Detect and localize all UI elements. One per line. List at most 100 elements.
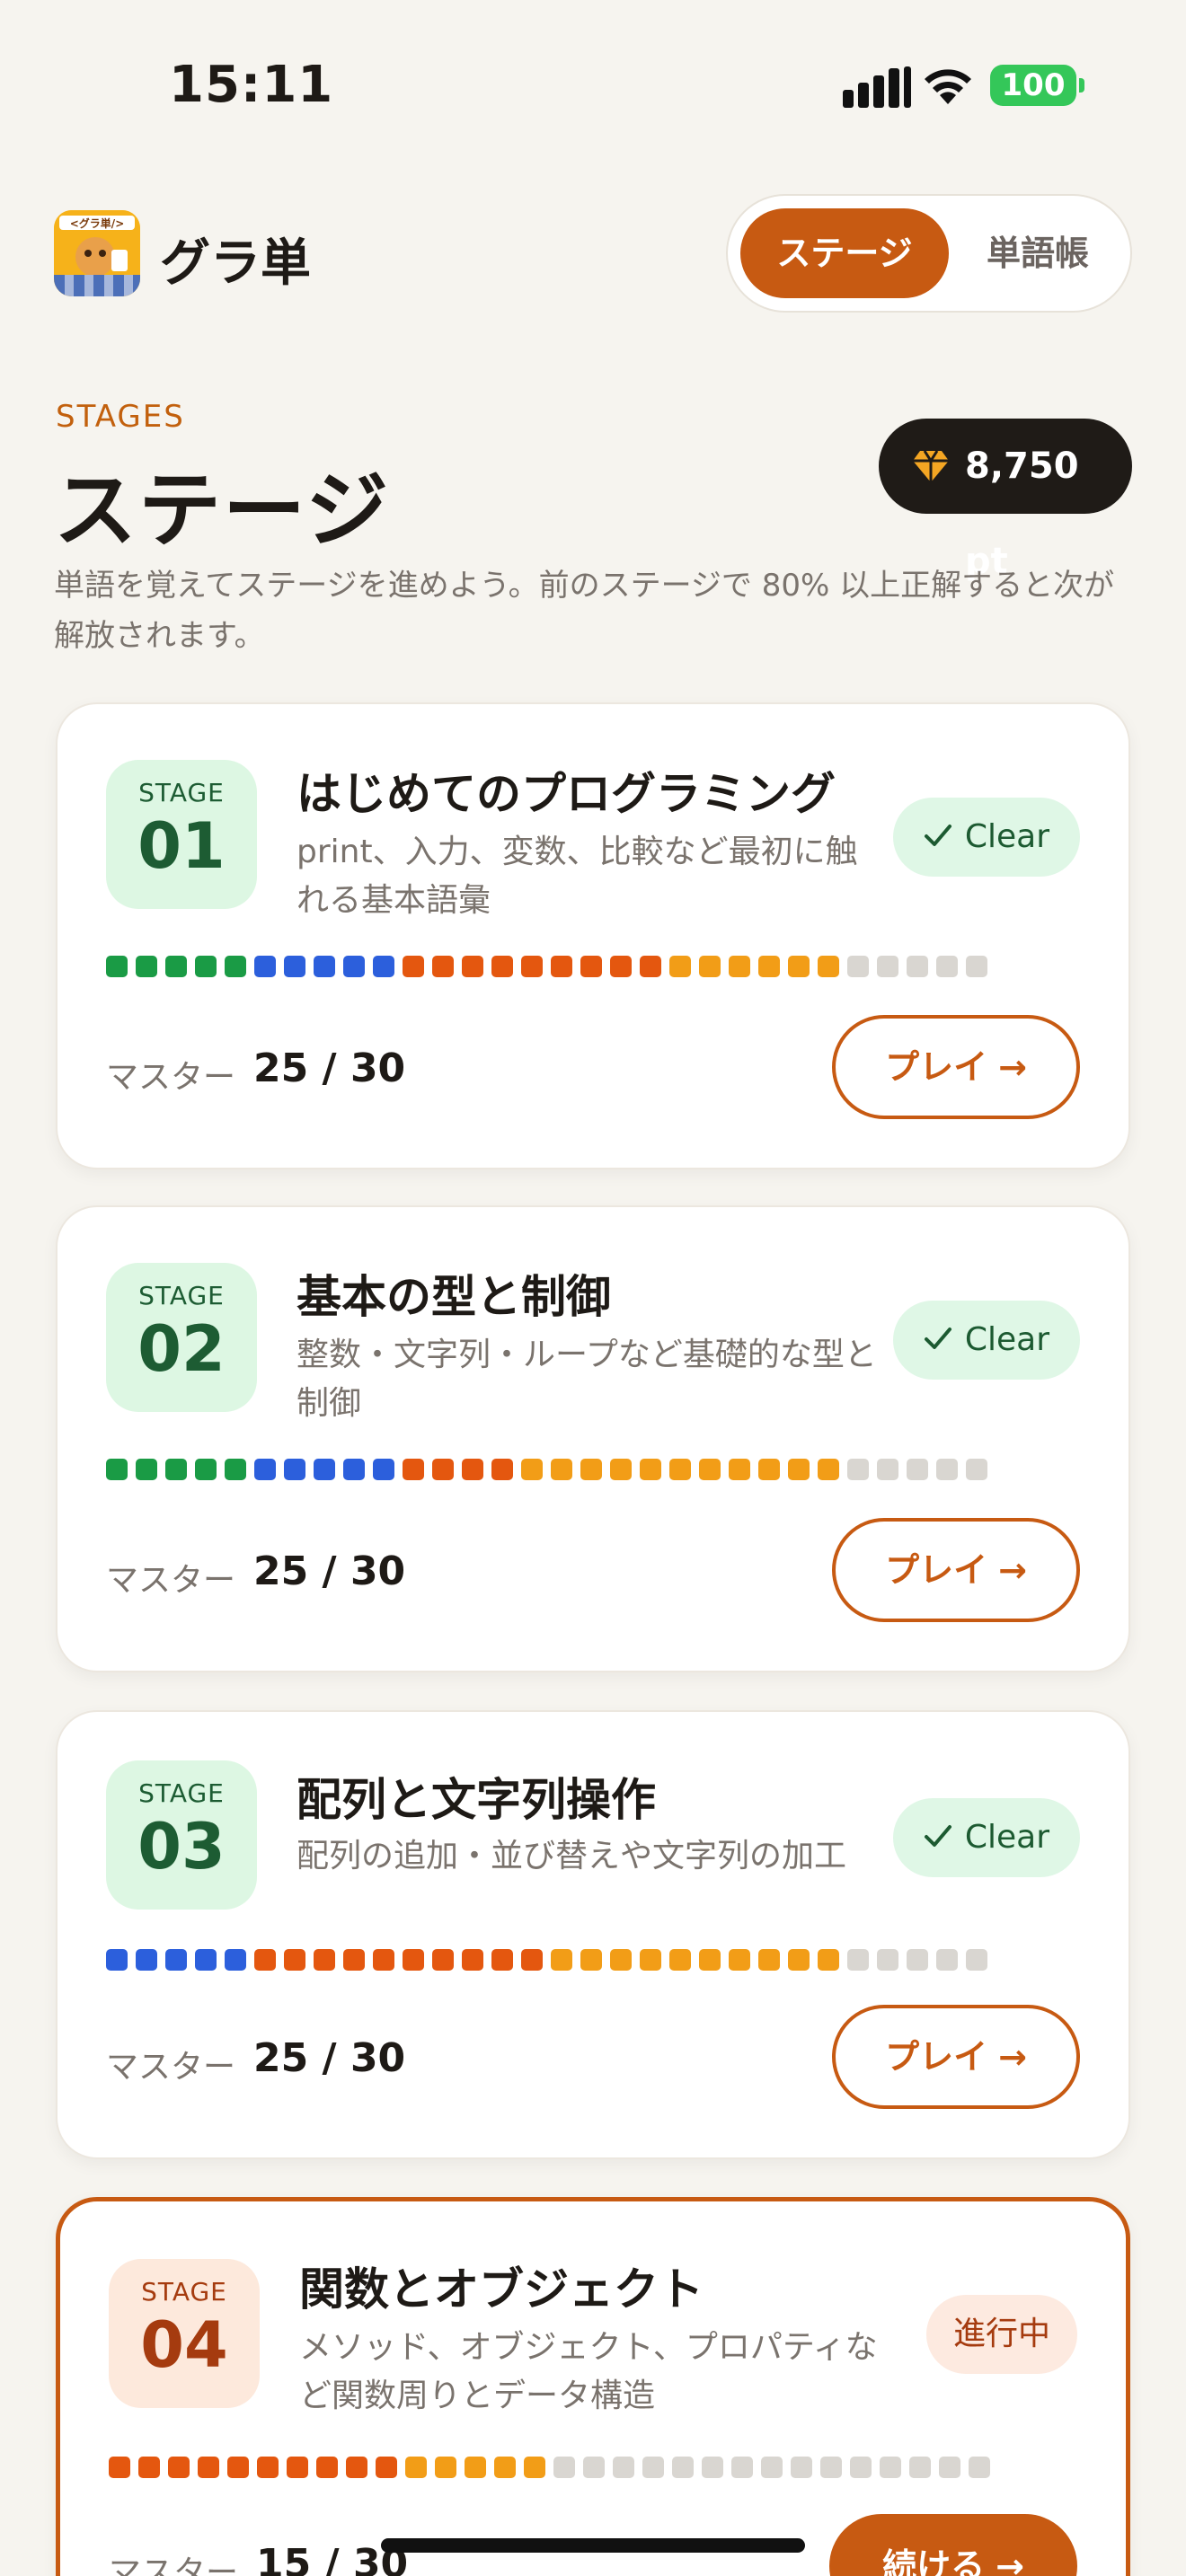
arrow-right-icon: → bbox=[998, 1047, 1027, 1087]
seen-word-dot bbox=[610, 1949, 632, 1971]
mastery-label: マスター bbox=[106, 1059, 236, 1096]
new-word-dot bbox=[847, 1949, 869, 1971]
new-word-dot bbox=[702, 2457, 723, 2478]
stage-title: 基本の型と制御 bbox=[296, 1271, 611, 1323]
stage-title: 配列と文字列操作 bbox=[296, 1774, 656, 1826]
stage-title: 関数とオブジェクト bbox=[299, 2263, 704, 2316]
seen-word-dot bbox=[580, 1459, 602, 1480]
stage-subtitle: 配列の追加・並び替えや文字列の加工 bbox=[296, 1838, 847, 1875]
review-word-dot bbox=[491, 956, 513, 977]
mastery-label: マスター bbox=[106, 1562, 236, 1599]
mastered-word-dot bbox=[165, 956, 187, 977]
review-word-dot bbox=[610, 956, 632, 977]
review-word-dot bbox=[521, 956, 543, 977]
status-bar: 15:11 100 bbox=[0, 0, 1186, 171]
stage-number-badge: STAGE 03 bbox=[106, 1760, 257, 1910]
new-word-dot bbox=[966, 956, 987, 977]
review-word-dot bbox=[640, 956, 661, 977]
learning-word-dot bbox=[284, 1459, 305, 1480]
gem-icon bbox=[913, 450, 949, 482]
new-word-dot bbox=[672, 2457, 694, 2478]
seen-word-dot bbox=[758, 1949, 780, 1971]
learning-word-dot bbox=[373, 956, 394, 977]
seen-word-dot bbox=[405, 2457, 427, 2478]
stage-number-badge: STAGE 04 bbox=[109, 2259, 260, 2408]
new-word-dot bbox=[847, 956, 869, 977]
seen-word-dot bbox=[669, 956, 691, 977]
stage-card-03[interactable]: STAGE 03 配列と文字列操作 配列の追加・並び替えや文字列の加工 Clea… bbox=[56, 1710, 1130, 2159]
stage-subtitle: 整数・文字列・ループなど基礎的な型と制御 bbox=[296, 1337, 877, 1422]
arrow-right-icon: → bbox=[996, 2546, 1024, 2576]
new-word-dot bbox=[936, 1459, 958, 1480]
seen-word-dot bbox=[788, 1459, 810, 1480]
arrow-right-icon: → bbox=[998, 2037, 1027, 2077]
new-word-dot bbox=[613, 2457, 634, 2478]
stage-badge-number: 01 bbox=[137, 809, 226, 883]
new-word-dot bbox=[936, 956, 958, 977]
seen-word-dot bbox=[729, 1459, 750, 1480]
word-progress-dots bbox=[109, 2457, 990, 2478]
status-label: Clear bbox=[964, 818, 1049, 855]
new-word-dot bbox=[939, 2457, 960, 2478]
play-button[interactable]: プレイ → bbox=[832, 2005, 1080, 2109]
learning-word-dot bbox=[195, 1949, 217, 1971]
stage-badge-label: STAGE bbox=[138, 1778, 225, 1808]
new-word-dot bbox=[820, 2457, 842, 2478]
play-button-label: プレイ bbox=[885, 1047, 988, 1087]
battery-indicator: 100 bbox=[990, 65, 1084, 106]
seen-word-dot bbox=[524, 2457, 545, 2478]
clear-badge: Clear bbox=[892, 798, 1080, 877]
tab-vocabulary[interactable]: 単語帳 bbox=[952, 208, 1123, 298]
play-button[interactable]: プレイ → bbox=[832, 1015, 1080, 1119]
play-button[interactable]: プレイ → bbox=[832, 1518, 1080, 1622]
logo-text: <グラ単/> bbox=[70, 216, 125, 230]
app-name: グラ単 bbox=[160, 234, 311, 293]
seen-word-dot bbox=[669, 1949, 691, 1971]
stage-badge-number: 03 bbox=[137, 1810, 226, 1883]
stage-card-04[interactable]: STAGE 04 関数とオブジェクト メソッド、オブジェクト、プロパティなど関数… bbox=[56, 2197, 1130, 2576]
word-progress-dots bbox=[106, 1459, 987, 1480]
tab-stages[interactable]: ステージ bbox=[740, 208, 949, 298]
review-word-dot bbox=[462, 956, 483, 977]
review-word-dot bbox=[257, 2457, 279, 2478]
review-word-dot bbox=[227, 2457, 249, 2478]
mastered-word-dot bbox=[136, 1459, 157, 1480]
review-word-dot bbox=[491, 1459, 513, 1480]
seen-word-dot bbox=[729, 1949, 750, 1971]
new-word-dot bbox=[969, 2457, 990, 2478]
new-word-dot bbox=[731, 2457, 753, 2478]
review-word-dot bbox=[462, 1459, 483, 1480]
seen-word-dot bbox=[758, 1459, 780, 1480]
review-word-dot bbox=[138, 2457, 160, 2478]
review-word-dot bbox=[287, 2457, 308, 2478]
review-word-dot bbox=[373, 1949, 394, 1971]
mastered-word-dot bbox=[106, 1459, 128, 1480]
mastered-word-dot bbox=[225, 956, 246, 977]
clear-badge: Clear bbox=[892, 1798, 1080, 1877]
review-word-dot bbox=[580, 956, 602, 977]
seen-word-dot bbox=[699, 1949, 721, 1971]
home-indicator[interactable] bbox=[381, 2538, 805, 2553]
review-word-dot bbox=[521, 1949, 543, 1971]
mastery-count: 25 / 30 bbox=[253, 1548, 406, 1594]
review-word-dot bbox=[403, 956, 424, 977]
status-label: 進行中 bbox=[952, 2316, 1050, 2352]
new-word-dot bbox=[877, 956, 898, 977]
app-header: <グラ単/> グラ単 ステージ 単語帳 bbox=[0, 194, 1186, 313]
seen-word-dot bbox=[729, 956, 750, 977]
learning-word-dot bbox=[373, 1459, 394, 1480]
stage-card-02[interactable]: STAGE 02 基本の型と制御 整数・文字列・ループなど基礎的な型と制御 Cl… bbox=[56, 1205, 1130, 1672]
review-word-dot bbox=[376, 2457, 397, 2478]
stage-card-01[interactable]: STAGE 01 はじめてのプログラミング print、入力、変数、比較など最初… bbox=[56, 702, 1130, 1169]
in-progress-badge: 進行中 bbox=[925, 2295, 1077, 2374]
section-eyebrow: STAGES bbox=[56, 399, 185, 435]
seen-word-dot bbox=[758, 956, 780, 977]
review-word-dot bbox=[403, 1949, 424, 1971]
stage-number-badge: STAGE 01 bbox=[106, 760, 257, 909]
continue-button[interactable]: 続ける → bbox=[829, 2514, 1077, 2576]
review-word-dot bbox=[198, 2457, 219, 2478]
seen-word-dot bbox=[551, 1459, 572, 1480]
mastered-word-dot bbox=[225, 1459, 246, 1480]
mastered-word-dot bbox=[195, 956, 217, 977]
review-word-dot bbox=[432, 956, 454, 977]
